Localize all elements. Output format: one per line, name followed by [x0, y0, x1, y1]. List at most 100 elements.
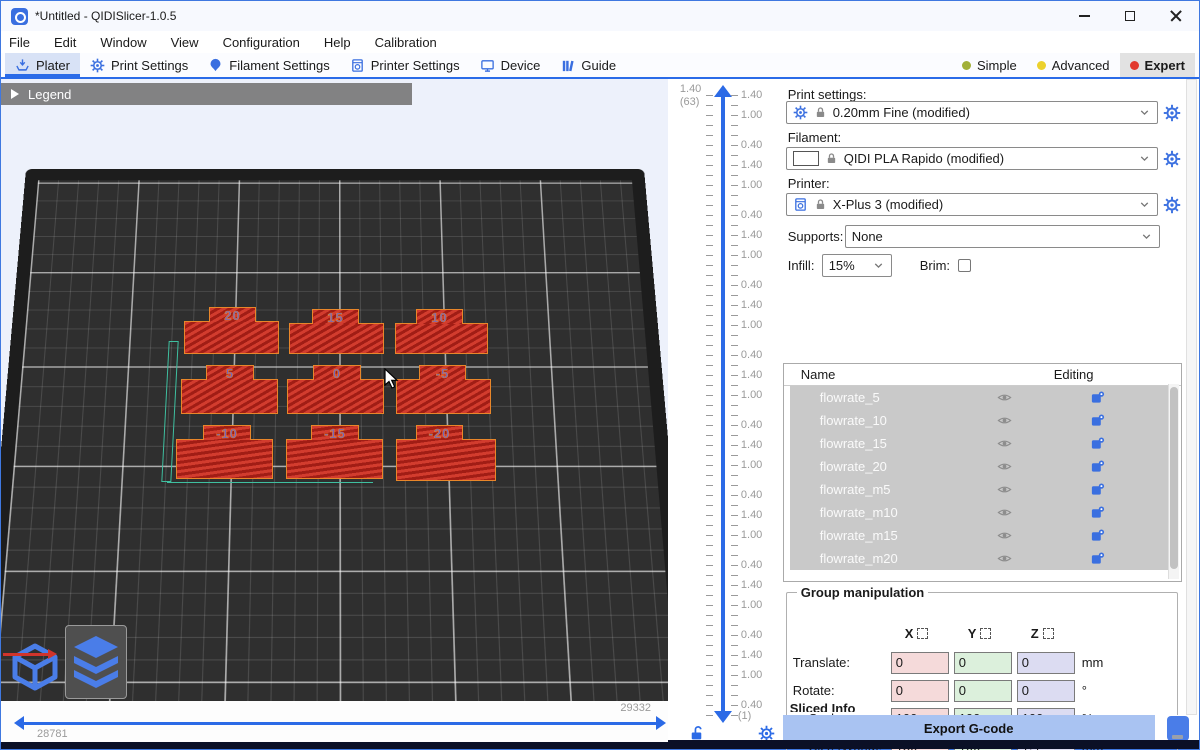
object-settings-icon[interactable]	[1090, 390, 1105, 405]
menu-edit[interactable]: Edit	[54, 35, 76, 50]
model-flowrate--15[interactable]	[286, 439, 383, 479]
object-row-flowrate_15[interactable]: flowrate_15	[790, 432, 1178, 455]
sidebar-scrollbar[interactable]	[1186, 79, 1197, 715]
export-gcode-button[interactable]: Export G-code	[783, 715, 1155, 742]
view-3d-editor-button[interactable]	[5, 633, 65, 699]
print-settings-gear-button[interactable]	[1163, 104, 1181, 122]
tab-filament-settings[interactable]: Filament Settings	[198, 53, 339, 77]
printer-preset-combo[interactable]: X-Plus 3 (modified)	[786, 193, 1158, 216]
layer-slider-bottom-handle[interactable]	[714, 711, 732, 723]
menu-view[interactable]: View	[171, 35, 199, 50]
close-button[interactable]	[1153, 1, 1199, 31]
layer-tick	[731, 455, 738, 456]
tab-device[interactable]: Device	[470, 53, 551, 77]
menu-calibration[interactable]: Calibration	[375, 35, 437, 50]
minimize-button[interactable]	[1061, 1, 1107, 31]
input-translate-z[interactable]: 0	[1017, 652, 1075, 674]
menu-configuration[interactable]: Configuration	[223, 35, 300, 50]
eye-icon[interactable]	[997, 528, 1012, 543]
object-row-flowrate_m15[interactable]: flowrate_m15	[790, 524, 1178, 547]
model-flowrate--5[interactable]	[396, 379, 491, 414]
input-rotate-z[interactable]: 0	[1017, 680, 1075, 702]
input-rotate-x[interactable]: 0	[891, 680, 949, 702]
layer-height-label: 1.40	[741, 159, 762, 171]
object-list-scrollbar[interactable]	[1168, 384, 1179, 579]
model-label-tab[interactable]: -20	[416, 425, 463, 440]
object-row-flowrate_5[interactable]: flowrate_5	[790, 386, 1178, 409]
object-settings-icon[interactable]	[1090, 459, 1105, 474]
object-row-flowrate_10[interactable]: flowrate_10	[790, 409, 1178, 432]
tab-printer-settings[interactable]: Printer Settings	[340, 53, 470, 77]
menu-window[interactable]: Window	[100, 35, 146, 50]
menu-help[interactable]: Help	[324, 35, 351, 50]
eye-icon[interactable]	[997, 551, 1012, 566]
layer-tick	[731, 255, 738, 256]
layer-tick	[706, 685, 713, 686]
eye-icon[interactable]	[997, 390, 1012, 405]
print-preset-combo[interactable]: 0.20mm Fine (modified)	[786, 101, 1158, 124]
model-flowrate-0[interactable]	[287, 379, 384, 414]
object-settings-icon[interactable]	[1090, 528, 1105, 543]
layer-tick	[731, 385, 738, 386]
object-settings-icon[interactable]	[1090, 551, 1105, 566]
model-flowrate-10[interactable]	[395, 323, 488, 354]
model-label-tab[interactable]: 15	[312, 309, 359, 324]
infill-combo[interactable]: 15%	[822, 254, 892, 277]
mode-expert[interactable]: Expert	[1120, 53, 1195, 77]
eye-icon[interactable]	[997, 436, 1012, 451]
model-label-tab[interactable]: 0	[313, 365, 361, 380]
object-row-flowrate_m20[interactable]: flowrate_m20	[790, 547, 1178, 570]
hslider-track[interactable]	[23, 722, 657, 725]
model-label-tab[interactable]: -10	[203, 425, 251, 440]
mode-simple[interactable]: Simple	[952, 53, 1027, 77]
tab-plater[interactable]: Plater	[5, 53, 80, 77]
layer-height-label: 1.00	[741, 249, 762, 261]
layer-tick	[731, 365, 738, 366]
eye-icon[interactable]	[997, 482, 1012, 497]
filament-preset-combo[interactable]: QIDI PLA Rapido (modified)	[786, 147, 1158, 170]
viewport-3d[interactable]: Legend 20 15 10 5 0 -5 -10 -15 -20	[1, 79, 668, 742]
printer-settings-gear-button[interactable]	[1163, 196, 1181, 214]
eye-icon[interactable]	[997, 413, 1012, 428]
model-flowrate--10[interactable]	[176, 439, 273, 479]
model-label-tab[interactable]: 20	[209, 307, 256, 322]
eye-icon[interactable]	[997, 459, 1012, 474]
object-row-flowrate_20[interactable]: flowrate_20	[790, 455, 1178, 478]
scrollbar-thumb[interactable]	[1170, 387, 1178, 569]
model-flowrate--20[interactable]	[396, 439, 496, 481]
maximize-button[interactable]	[1107, 1, 1153, 31]
hslider-right-handle[interactable]	[656, 716, 666, 730]
eye-icon[interactable]	[997, 505, 1012, 520]
legend-bar[interactable]: Legend	[1, 83, 412, 105]
mode-advanced[interactable]: Advanced	[1027, 53, 1120, 77]
tab-print-settings[interactable]: Print Settings	[80, 53, 198, 77]
export-to-sd-button[interactable]	[1155, 715, 1199, 742]
view-preview-button[interactable]	[65, 625, 127, 699]
input-translate-y[interactable]: 0	[954, 652, 1012, 674]
tab-guide[interactable]: Guide	[550, 53, 626, 77]
object-settings-icon[interactable]	[1090, 505, 1105, 520]
filament-settings-gear-button[interactable]	[1163, 150, 1181, 168]
layer-tick	[706, 535, 713, 536]
model-label-tab[interactable]: -5	[419, 365, 466, 380]
input-rotate-y[interactable]: 0	[954, 680, 1012, 702]
model-flowrate-20[interactable]	[184, 321, 279, 354]
model-label-tab[interactable]: -15	[311, 425, 359, 440]
object-row-flowrate_m5[interactable]: flowrate_m5	[790, 478, 1178, 501]
menu-file[interactable]: File	[9, 35, 30, 50]
lock-icon	[825, 152, 838, 165]
object-settings-icon[interactable]	[1090, 413, 1105, 428]
window-title: *Untitled - QIDISlicer-1.0.5	[35, 9, 176, 23]
object-row-flowrate_m10[interactable]: flowrate_m10	[790, 501, 1178, 524]
model-label-tab[interactable]: 5	[206, 365, 254, 380]
model-flowrate-15[interactable]	[289, 323, 384, 354]
layer-tick	[706, 105, 713, 106]
input-translate-x[interactable]: 0	[891, 652, 949, 674]
object-settings-icon[interactable]	[1090, 436, 1105, 451]
brim-checkbox[interactable]	[958, 259, 971, 272]
layer-slider-track[interactable]	[721, 95, 725, 715]
supports-combo[interactable]: None	[845, 225, 1160, 248]
model-label-tab[interactable]: 10	[416, 309, 463, 324]
object-settings-icon[interactable]	[1090, 482, 1105, 497]
model-flowrate-5[interactable]	[181, 379, 278, 414]
